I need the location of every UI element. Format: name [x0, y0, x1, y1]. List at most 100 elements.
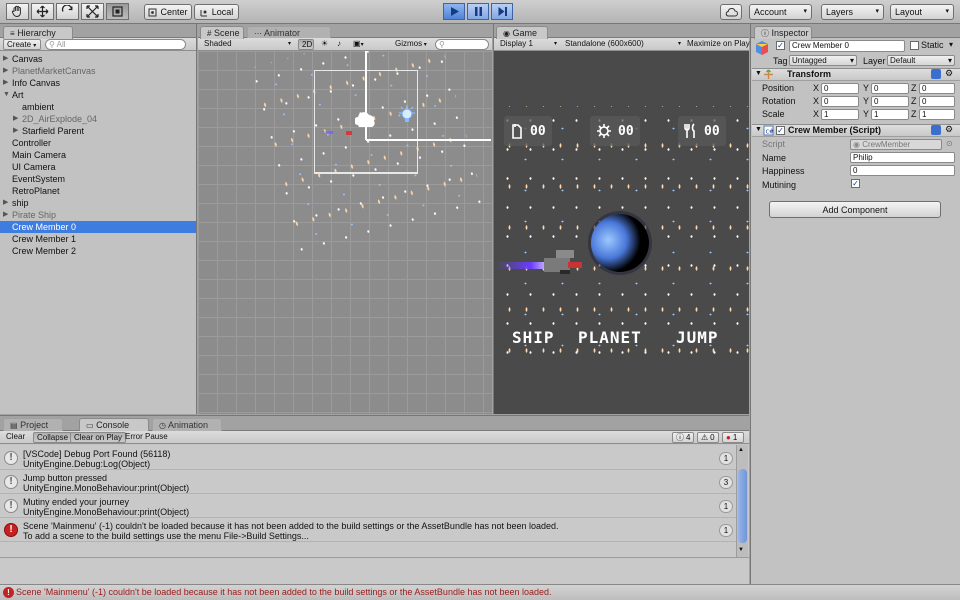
- crew-name-field[interactable]: Philip: [850, 152, 955, 163]
- pivot-center-toggle[interactable]: Center: [144, 4, 192, 20]
- collapse-triangle-icon[interactable]: ▼: [755, 70, 762, 77]
- create-dropdown[interactable]: Create ▾: [3, 39, 41, 50]
- help-book-icon[interactable]: [931, 69, 941, 79]
- component-enabled-checkbox[interactable]: ✓: [776, 126, 785, 135]
- x-axis-handle[interactable]: [366, 139, 491, 141]
- expanded-triangle-icon[interactable]: ▼: [3, 89, 10, 101]
- collapsed-triangle-icon[interactable]: ▶: [13, 113, 18, 125]
- cloud-button[interactable]: [720, 4, 742, 20]
- game-viewport[interactable]: 00 00 00 SHIP PLANET JUMP: [496, 106, 749, 359]
- hierarchy-item[interactable]: ▶ PlanetMarketCanvas: [0, 65, 196, 77]
- collapsed-triangle-icon[interactable]: ▶: [3, 53, 8, 65]
- scene-search-input[interactable]: ⚲: [435, 39, 489, 50]
- step-button[interactable]: [491, 3, 513, 20]
- play-button[interactable]: [443, 3, 465, 20]
- collapsed-triangle-icon[interactable]: ▶: [3, 77, 8, 89]
- lighting-icon[interactable]: ☀: [318, 39, 332, 50]
- settings-gear-icon[interactable]: ⚙: [945, 68, 953, 79]
- transform-header[interactable]: [752, 68, 960, 81]
- error-filter-toggle[interactable]: ● 1: [722, 432, 744, 443]
- settings-gear-icon[interactable]: ⚙: [945, 124, 953, 135]
- hierarchy-item[interactable]: ▶ 2D_AirExplode_04: [0, 113, 196, 125]
- hierarchy-item[interactable]: ▶ ship: [0, 197, 196, 209]
- object-picker-icon[interactable]: ⊙: [946, 139, 953, 148]
- collapsed-triangle-icon[interactable]: ▶: [3, 65, 8, 77]
- space-local-toggle[interactable]: Local: [194, 4, 239, 20]
- happiness-field[interactable]: 0: [850, 165, 955, 176]
- active-checkbox[interactable]: ✓: [776, 41, 785, 50]
- object-name-field[interactable]: Crew Member 0: [789, 40, 905, 52]
- scale-tool-icon[interactable]: [81, 3, 104, 20]
- audio-icon[interactable]: ♪: [334, 39, 348, 50]
- console-scrollbar[interactable]: ▲ ▼: [736, 445, 748, 557]
- account-dropdown[interactable]: Account ▾: [749, 4, 812, 20]
- scroll-up-icon[interactable]: ▲: [738, 447, 744, 453]
- rect-tool-icon[interactable]: [106, 3, 129, 20]
- error-pause-toggle[interactable]: Error Pause: [122, 432, 171, 443]
- layers-dropdown[interactable]: Layers ▾: [821, 4, 884, 20]
- collapse-triangle-icon[interactable]: ▼: [755, 126, 762, 133]
- scrollbar-thumb[interactable]: [738, 469, 747, 543]
- collapsed-triangle-icon[interactable]: ▶: [3, 209, 8, 221]
- help-book-icon[interactable]: [931, 125, 941, 135]
- hierarchy-item[interactable]: ambient: [0, 101, 196, 113]
- maximize-on-play-toggle[interactable]: Maximize on Play: [684, 39, 750, 50]
- shading-dropdown[interactable]: Shaded ▾: [201, 39, 293, 50]
- resolution-dropdown[interactable]: Standalone (600x600) ▾: [562, 39, 683, 50]
- tag-dropdown[interactable]: Untagged ▾: [789, 55, 857, 66]
- transform-y-field[interactable]: 0: [871, 96, 909, 107]
- tab-animation[interactable]: ◷ Animation: [152, 418, 222, 431]
- add-component-button[interactable]: Add Component: [769, 201, 941, 218]
- rotate-tool-icon[interactable]: [56, 3, 79, 20]
- tab-scene[interactable]: # Scene: [200, 26, 244, 39]
- hierarchy-item[interactable]: ▶ Canvas: [0, 53, 196, 65]
- transform-z-field[interactable]: 1: [919, 109, 955, 120]
- hand-tool-icon[interactable]: [6, 3, 29, 20]
- move-tool-icon[interactable]: [31, 3, 54, 20]
- layout-dropdown[interactable]: Layout ▾: [890, 4, 954, 20]
- display-dropdown[interactable]: Display 1 ▾: [497, 39, 559, 50]
- mutining-checkbox[interactable]: ✓: [851, 179, 860, 188]
- transform-x-field[interactable]: 0: [821, 96, 859, 107]
- transform-x-field[interactable]: 0: [821, 83, 859, 94]
- planet-gizmo-icon[interactable]: [355, 111, 377, 131]
- collapse-toggle[interactable]: Collapse: [33, 432, 73, 443]
- hierarchy-item[interactable]: ▶ Pirate Ship: [0, 209, 196, 221]
- hierarchy-item[interactable]: Main Camera: [0, 149, 196, 161]
- layer-dropdown[interactable]: Default ▾: [887, 55, 955, 66]
- gizmos-dropdown[interactable]: Gizmos ▾: [392, 39, 432, 50]
- warning-filter-toggle[interactable]: ⚠ 0: [697, 432, 719, 443]
- chevron-down-icon[interactable]: ▾: [949, 40, 953, 49]
- hierarchy-item[interactable]: EventSystem: [0, 173, 196, 185]
- planet-button[interactable]: PLANET: [578, 328, 642, 347]
- transform-x-field[interactable]: 1: [821, 109, 859, 120]
- tab-inspector[interactable]: ⓘ Inspector: [754, 26, 812, 39]
- 2d-toggle[interactable]: 2D: [298, 39, 314, 50]
- hierarchy-item[interactable]: Crew Member 2: [0, 245, 196, 257]
- scroll-down-icon[interactable]: ▼: [738, 547, 744, 553]
- console-entry[interactable]: ! Mutiny ended your journey UnityEngine.Mo…: [0, 495, 737, 518]
- transform-y-field[interactable]: 1: [871, 109, 909, 120]
- hierarchy-item[interactable]: Crew Member 1: [0, 233, 196, 245]
- console-entry[interactable]: ! [VSCode] Debug Port Found (56118) UnityE…: [0, 447, 737, 470]
- hierarchy-item[interactable]: ▶ Info Canvas: [0, 77, 196, 89]
- tab-hierarchy[interactable]: ≡ Hierarchy: [3, 26, 73, 39]
- tab-game[interactable]: ◉ Game: [496, 26, 548, 39]
- hierarchy-item[interactable]: Crew Member 0: [0, 221, 196, 233]
- jump-button[interactable]: JUMP: [676, 328, 719, 347]
- tab-console[interactable]: ▭ Console: [79, 418, 149, 431]
- tab-project[interactable]: ▤ Project: [3, 418, 63, 431]
- hierarchy-item[interactable]: UI Camera: [0, 161, 196, 173]
- pause-button[interactable]: [467, 3, 489, 20]
- transform-y-field[interactable]: 0: [871, 83, 909, 94]
- collapsed-triangle-icon[interactable]: ▶: [3, 197, 8, 209]
- ship-sprite[interactable]: [320, 129, 356, 137]
- status-bar[interactable]: ! Scene 'Mainmenu' (-1) couldn't be load…: [0, 584, 960, 600]
- console-entry[interactable]: ! Scene 'Mainmenu' (-1) couldn't be loade…: [0, 519, 737, 542]
- hierarchy-item[interactable]: RetroPlanet: [0, 185, 196, 197]
- hierarchy-item[interactable]: ▶ Starfield Parent: [0, 125, 196, 137]
- hierarchy-item[interactable]: ▼ Art: [0, 89, 196, 101]
- info-filter-toggle[interactable]: ⓘ 4: [672, 432, 694, 443]
- ship-button[interactable]: SHIP: [512, 328, 555, 347]
- static-checkbox[interactable]: [910, 41, 919, 50]
